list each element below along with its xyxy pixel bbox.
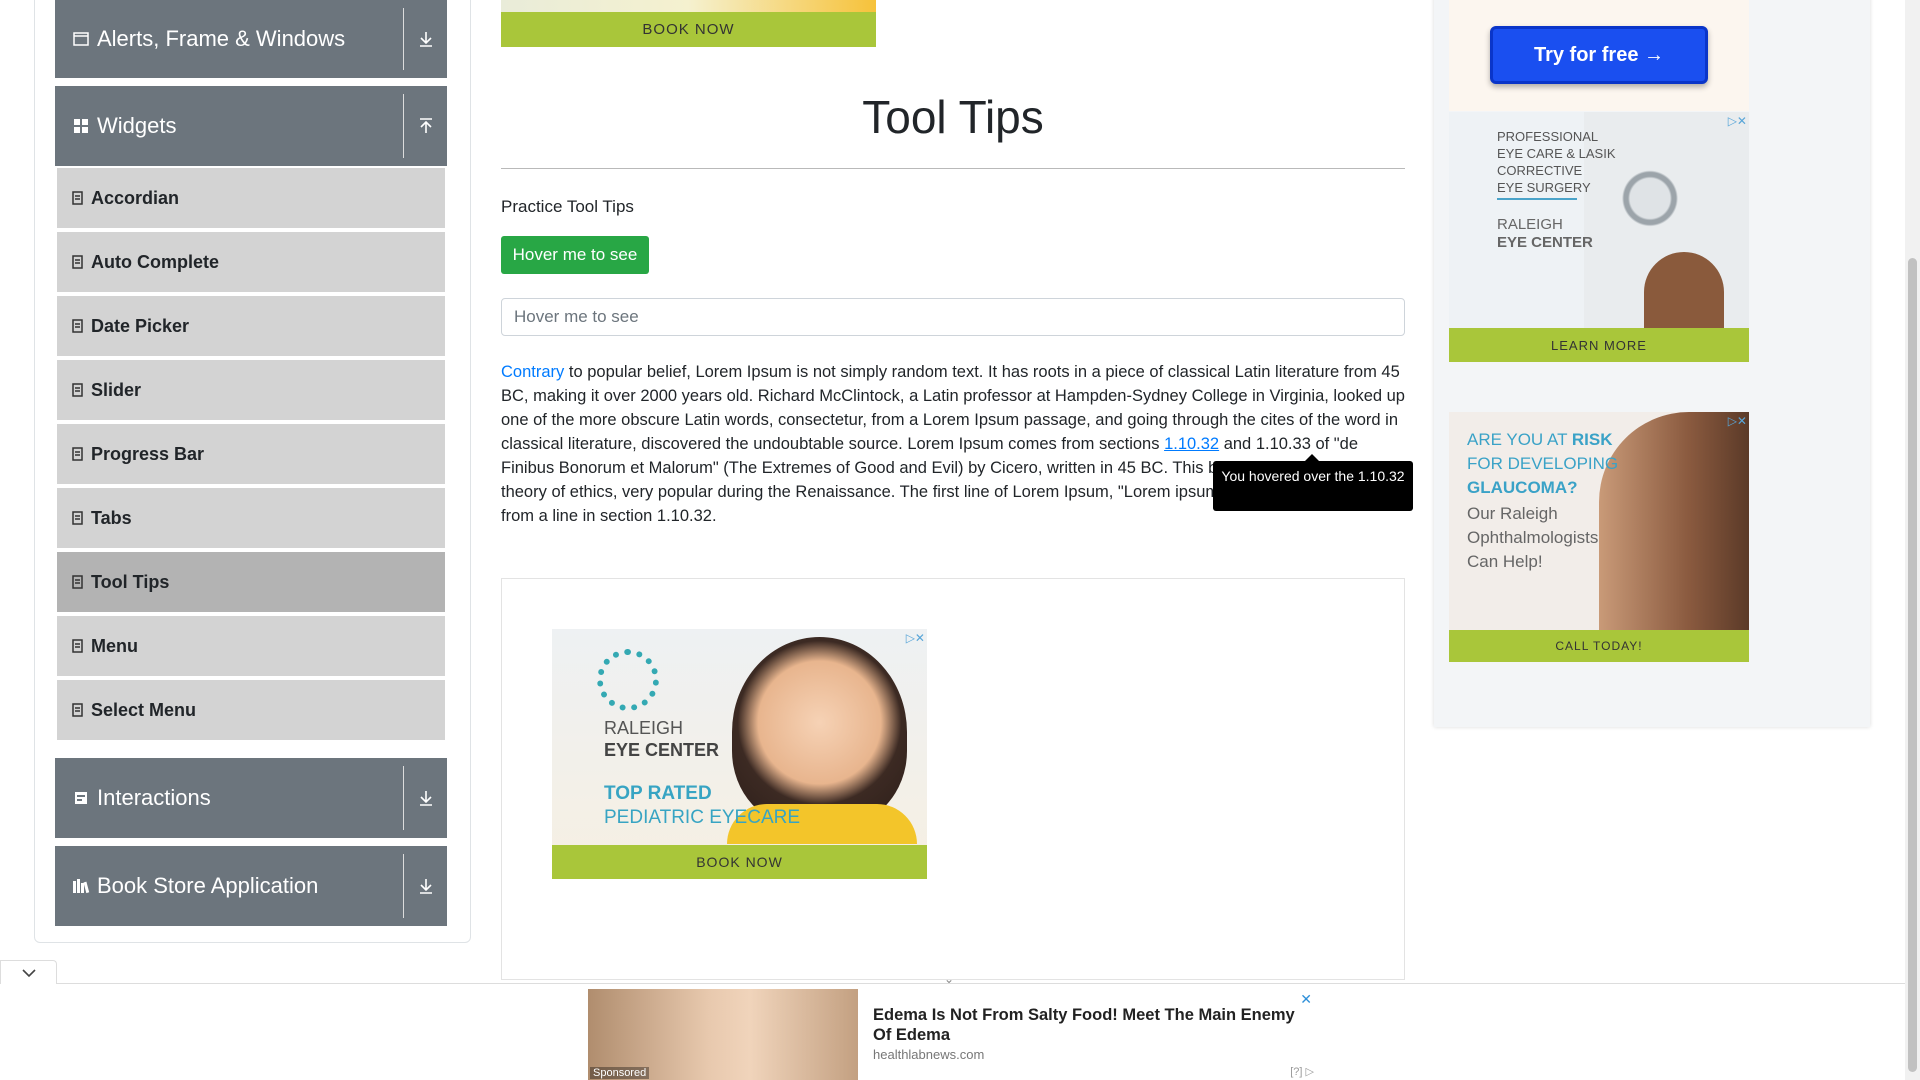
ad-text: EYE CARE & LASIK <box>1497 146 1616 161</box>
sidebar-item-label: Select Menu <box>91 699 197 720</box>
close-icon[interactable]: ✕ <box>1300 991 1312 1008</box>
sidebar-item-label: Accordian <box>91 187 180 208</box>
adchoices-label: [?] <box>1290 1066 1303 1078</box>
ad-headline: RISK <box>1571 430 1613 449</box>
tooltip-popup: You hovered over the 1.10.32 <box>1213 454 1413 511</box>
sidebar-item-accordian[interactable]: Accordian <box>57 168 445 229</box>
sidebar-item-label: Progress Bar <box>91 443 205 464</box>
ad-text: CORRECTIVE <box>1497 163 1583 178</box>
hover-me-input[interactable] <box>501 298 1405 336</box>
upload-arrow-icon[interactable] <box>404 86 447 166</box>
list-icon <box>71 511 83 525</box>
ad-tagline: TOP RATED <box>604 783 712 804</box>
group-interactions[interactable]: Interactions <box>55 758 447 838</box>
sidebar-item-label: Menu <box>91 635 138 656</box>
ad-close-icon[interactable]: ▷✕ <box>1728 414 1747 428</box>
ad-thumbnail: Sponsored <box>588 989 858 1080</box>
list-icon <box>71 575 83 589</box>
call-today-button[interactable]: CALL TODAY! <box>1449 630 1749 662</box>
group-label: Alerts, Frame & Windows <box>97 26 346 51</box>
sidebar-item-progress-bar[interactable]: Progress Bar <box>57 424 445 485</box>
ad-tagline: PEDIATRIC EYECARE <box>604 807 801 828</box>
sponsored-ad[interactable]: Sponsored Edema Is Not From Salty Food! … <box>588 989 1318 1080</box>
ad-text: PROFESSIONAL <box>1497 129 1599 144</box>
list-icon <box>71 703 83 717</box>
pediatric-eyecare-ad[interactable]: RALEIGH EYE CENTER TOP RATED PEDIATRIC EYE… <box>552 629 927 879</box>
download-arrow-icon[interactable] <box>404 846 447 926</box>
eye-care-ad[interactable]: PROFESSIONAL EYE CARE & LASIK CORRECTIVE… <box>1449 112 1749 362</box>
ad-brand: EYE CENTER <box>1497 234 1593 251</box>
sidebar-item-select-menu[interactable]: Select Menu <box>57 680 445 741</box>
hover-me-button[interactable]: Hover me to see <box>501 236 649 274</box>
sidebar-item-label: Auto Complete <box>91 251 219 272</box>
ad-text: Our Raleigh <box>1467 504 1558 523</box>
list-icon <box>71 255 83 269</box>
adchoices-icon[interactable]: [?] ▷ <box>1290 1065 1314 1078</box>
ad-brand: EYE CENTER <box>604 740 720 760</box>
ad-text: EYE SURGERY <box>1497 180 1591 195</box>
sidebar-item-auto-complete[interactable]: Auto Complete <box>57 232 445 293</box>
book-now-button[interactable]: BOOK NOW <box>552 845 927 879</box>
group-label: Book Store Application <box>97 873 319 898</box>
ad-text: Ophthalmologists <box>1467 528 1599 547</box>
sponsored-label: Sponsored <box>590 1067 650 1079</box>
ad-headline[interactable]: Edema Is Not From Salty Food! Meet The M… <box>873 1005 1313 1045</box>
chevron-down-icon <box>21 965 36 981</box>
group-alerts-frame-windows[interactable]: Alerts, Frame & Windows <box>55 0 447 78</box>
download-arrow-icon[interactable] <box>404 758 447 838</box>
tooltip-text: You hovered over the 1.10.32 <box>1221 468 1405 484</box>
contrary-link[interactable]: Contrary <box>501 363 564 381</box>
ad-close-icon[interactable]: ▷✕ <box>1728 114 1747 128</box>
sidebar-item-label: Tabs <box>91 507 132 528</box>
book-now-button[interactable]: BOOK NOW <box>501 12 876 47</box>
window-icon <box>71 32 91 46</box>
ad-text: Can Help! <box>1467 552 1543 571</box>
download-arrow-icon[interactable] <box>404 0 447 78</box>
sidebar-item-tool-tips[interactable]: Tool Tips <box>57 552 445 613</box>
group-label: Interactions <box>97 785 211 810</box>
group-label: Widgets <box>97 113 177 138</box>
list-icon <box>71 447 83 461</box>
ad-headline: ARE YOU AT <box>1467 430 1572 449</box>
books-icon <box>71 878 91 894</box>
ad-brand: RALEIGH <box>604 718 684 738</box>
title-divider <box>501 168 1405 169</box>
ad-close-icon[interactable]: ▷✕ <box>906 631 925 645</box>
ad-headline: FOR DEVELOPING <box>1467 454 1619 473</box>
list-icon <box>71 191 83 205</box>
list-icon <box>71 639 83 653</box>
interaction-icon <box>71 791 91 805</box>
sidebar-item-slider[interactable]: Slider <box>57 360 445 421</box>
sidebar-item-label: Slider <box>91 379 142 400</box>
practice-label: Practice Tool Tips <box>501 197 634 216</box>
list-icon <box>71 383 83 397</box>
group-book-store-application[interactable]: Book Store Application <box>55 846 447 926</box>
page-title: Tool Tips <box>862 91 1044 143</box>
sidebar-item-menu[interactable]: Menu <box>57 616 445 677</box>
group-widgets[interactable]: Widgets <box>55 86 447 166</box>
logo-icon <box>597 649 659 711</box>
sidebar-item-tabs[interactable]: Tabs <box>57 488 445 549</box>
list-icon <box>71 319 83 333</box>
ad-headline: GLAUCOMA? <box>1467 478 1578 497</box>
sidebar-item-label: Date Picker <box>91 315 190 336</box>
top-banner-ad[interactable]: BOOK NOW <box>501 0 876 47</box>
learn-more-button[interactable]: LEARN MORE <box>1449 328 1749 362</box>
glaucoma-ad[interactable]: ARE YOU AT RISK FOR DEVELOPING GLAUCOMA?… <box>1449 412 1749 662</box>
try-for-free-button[interactable]: Try for free → <box>1490 26 1708 84</box>
sidebar-item-label: Tool Tips <box>91 571 170 592</box>
sidebar-item-date-picker[interactable]: Date Picker <box>57 296 445 357</box>
page-scrollbar[interactable] <box>1905 0 1920 1080</box>
scrollbar-thumb[interactable] <box>1908 258 1917 1072</box>
section-link[interactable]: 1.10.32 <box>1164 435 1219 453</box>
eye-photo <box>1599 412 1749 630</box>
ad-brand: RALEIGH <box>1497 216 1563 233</box>
grid-icon <box>71 118 91 134</box>
collapse-ad-toggle[interactable] <box>0 960 57 984</box>
ad-source: healthlabnews.com <box>873 1047 985 1062</box>
